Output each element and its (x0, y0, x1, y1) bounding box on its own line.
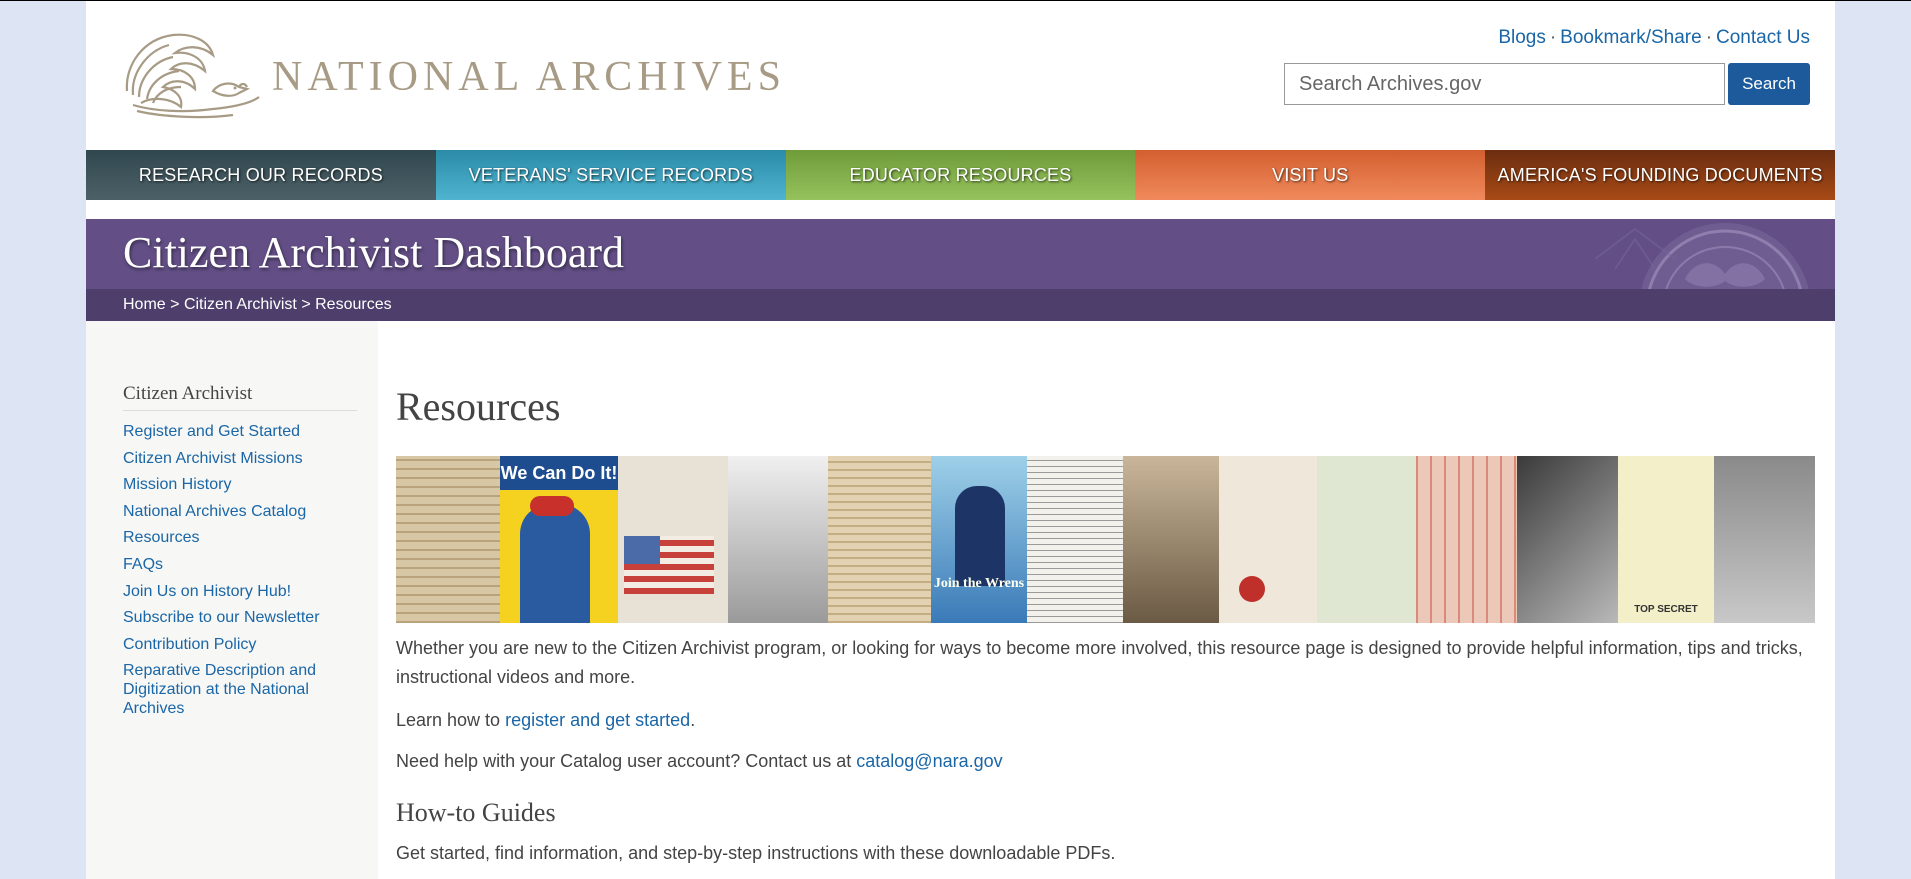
certificate-seal (1239, 576, 1265, 602)
logo-wordmark: NATIONAL ARCHIVES (272, 54, 786, 100)
baseball-photo-image (1714, 456, 1815, 623)
help-paragraph: Need help with your Catalog user account… (396, 747, 1816, 776)
sidebar-item-contribution-policy[interactable]: Contribution Policy (123, 636, 256, 653)
nav-visit-us[interactable]: VISIT US (1135, 150, 1486, 200)
seal-icon (1594, 223, 1809, 289)
sidebar-item-resources[interactable]: Resources (123, 529, 199, 546)
poster-caption: Join the Wrens (933, 576, 1025, 591)
typed-letter-image (1027, 456, 1123, 623)
horses-photo-image (1517, 456, 1618, 623)
page-banner: Citizen Archivist Dashboard (86, 219, 1835, 289)
sidebar: Citizen Archivist Register and Get Start… (86, 321, 378, 879)
sidebar-item-missions[interactable]: Citizen Archivist Missions (123, 450, 303, 467)
archive-image-strip: We Can Do It! Join the Wrens TOP SECRET (396, 456, 1816, 623)
register-paragraph: Learn how to register and get started. (396, 706, 1816, 735)
separator-dot: · (1705, 27, 1713, 48)
breadcrumb-home[interactable]: Home (123, 296, 166, 313)
breadcrumb: Home > Citizen Archivist > Resources (86, 289, 1835, 321)
nav-veterans-service-records[interactable]: VETERANS' SERVICE RECORDS (435, 150, 786, 200)
page-title: Citizen Archivist Dashboard (123, 228, 625, 277)
blogs-link[interactable]: Blogs (1498, 27, 1546, 48)
nav-educator-resources[interactable]: EDUCATOR RESOURCES (785, 150, 1136, 200)
nav-research-our-records[interactable]: RESEARCH OUR RECORDS (86, 150, 436, 200)
poster-headline: We Can Do It! (500, 456, 618, 490)
sidebar-menu: Register and Get Started Citizen Archivi… (123, 422, 353, 726)
sidebar-item-reparative-description[interactable]: Reparative Description and Digitization … (123, 662, 316, 717)
flag-canton (624, 536, 660, 564)
resources-heading: Resources (396, 384, 561, 429)
wrens-poster-image: Join the Wrens (931, 456, 1027, 623)
sidebar-item-history-hub[interactable]: Join Us on History Hub! (123, 583, 291, 600)
contact-us-link[interactable]: Contact Us (1716, 27, 1810, 48)
breadcrumb-citizen-archivist[interactable]: Citizen Archivist (184, 296, 297, 313)
how-to-guides-heading: How-to Guides (396, 798, 556, 827)
search-button[interactable]: Search (1728, 63, 1810, 105)
poster-bandana (530, 496, 574, 516)
breadcrumb-current: Resources (315, 296, 392, 313)
handwritten-document-image (396, 456, 500, 623)
breadcrumb-separator: > (301, 296, 311, 313)
sidebar-item-newsletter[interactable]: Subscribe to our Newsletter (123, 609, 320, 626)
register-suffix: . (690, 710, 696, 730)
main-nav: RESEARCH OUR RECORDS VETERANS' SERVICE R… (86, 150, 1835, 200)
certificate-image (1219, 456, 1317, 623)
sidebar-item-register[interactable]: Register and Get Started (123, 423, 300, 440)
intro-paragraph: Whether you are new to the Citizen Archi… (396, 638, 1803, 687)
poster-sailor (955, 486, 1005, 586)
page: NATIONAL ARCHIVES Blogs · Bookmark/Share · C… (86, 1, 1835, 879)
child-letter-flag-image (618, 456, 728, 623)
group-photo-image (1123, 456, 1219, 623)
search-input[interactable] (1284, 63, 1725, 105)
bookmark-share-link[interactable]: Bookmark/Share (1560, 27, 1702, 48)
logo-link[interactable]: NATIONAL ARCHIVES (86, 1, 781, 131)
top-secret-document-image: TOP SECRET (1618, 456, 1714, 623)
catalog-email-link[interactable]: catalog@nara.gov (856, 751, 1002, 771)
register-prefix: Learn how to (396, 710, 506, 730)
manuscript-image (828, 456, 931, 623)
poster-figure (520, 504, 590, 623)
how-to-guides-description: Get started, find information, and step-… (396, 843, 1116, 863)
utility-links: Blogs · Bookmark/Share · Contact Us (1498, 27, 1810, 49)
red-ledger-image (1416, 456, 1517, 623)
help-prefix: Need help with your Catalog user account… (396, 751, 857, 771)
sidebar-item-mission-history[interactable]: Mission History (123, 476, 231, 493)
we-can-do-it-poster-image: We Can Do It! (500, 456, 618, 623)
patent-drawing-image (1317, 456, 1416, 623)
top-secret-stamp: TOP SECRET (1634, 604, 1698, 615)
sidebar-item-faqs[interactable]: FAQs (123, 556, 163, 573)
flag-raising-photo-image (728, 456, 828, 623)
register-link[interactable]: register and get started (505, 710, 690, 730)
sidebar-title: Citizen Archivist (123, 383, 357, 411)
separator-dot: · (1549, 27, 1557, 48)
nav-founding-documents[interactable]: AMERICA'S FOUNDING DOCUMENTS (1485, 150, 1835, 200)
sidebar-item-catalog[interactable]: National Archives Catalog (123, 503, 306, 520)
breadcrumb-separator: > (170, 296, 180, 313)
